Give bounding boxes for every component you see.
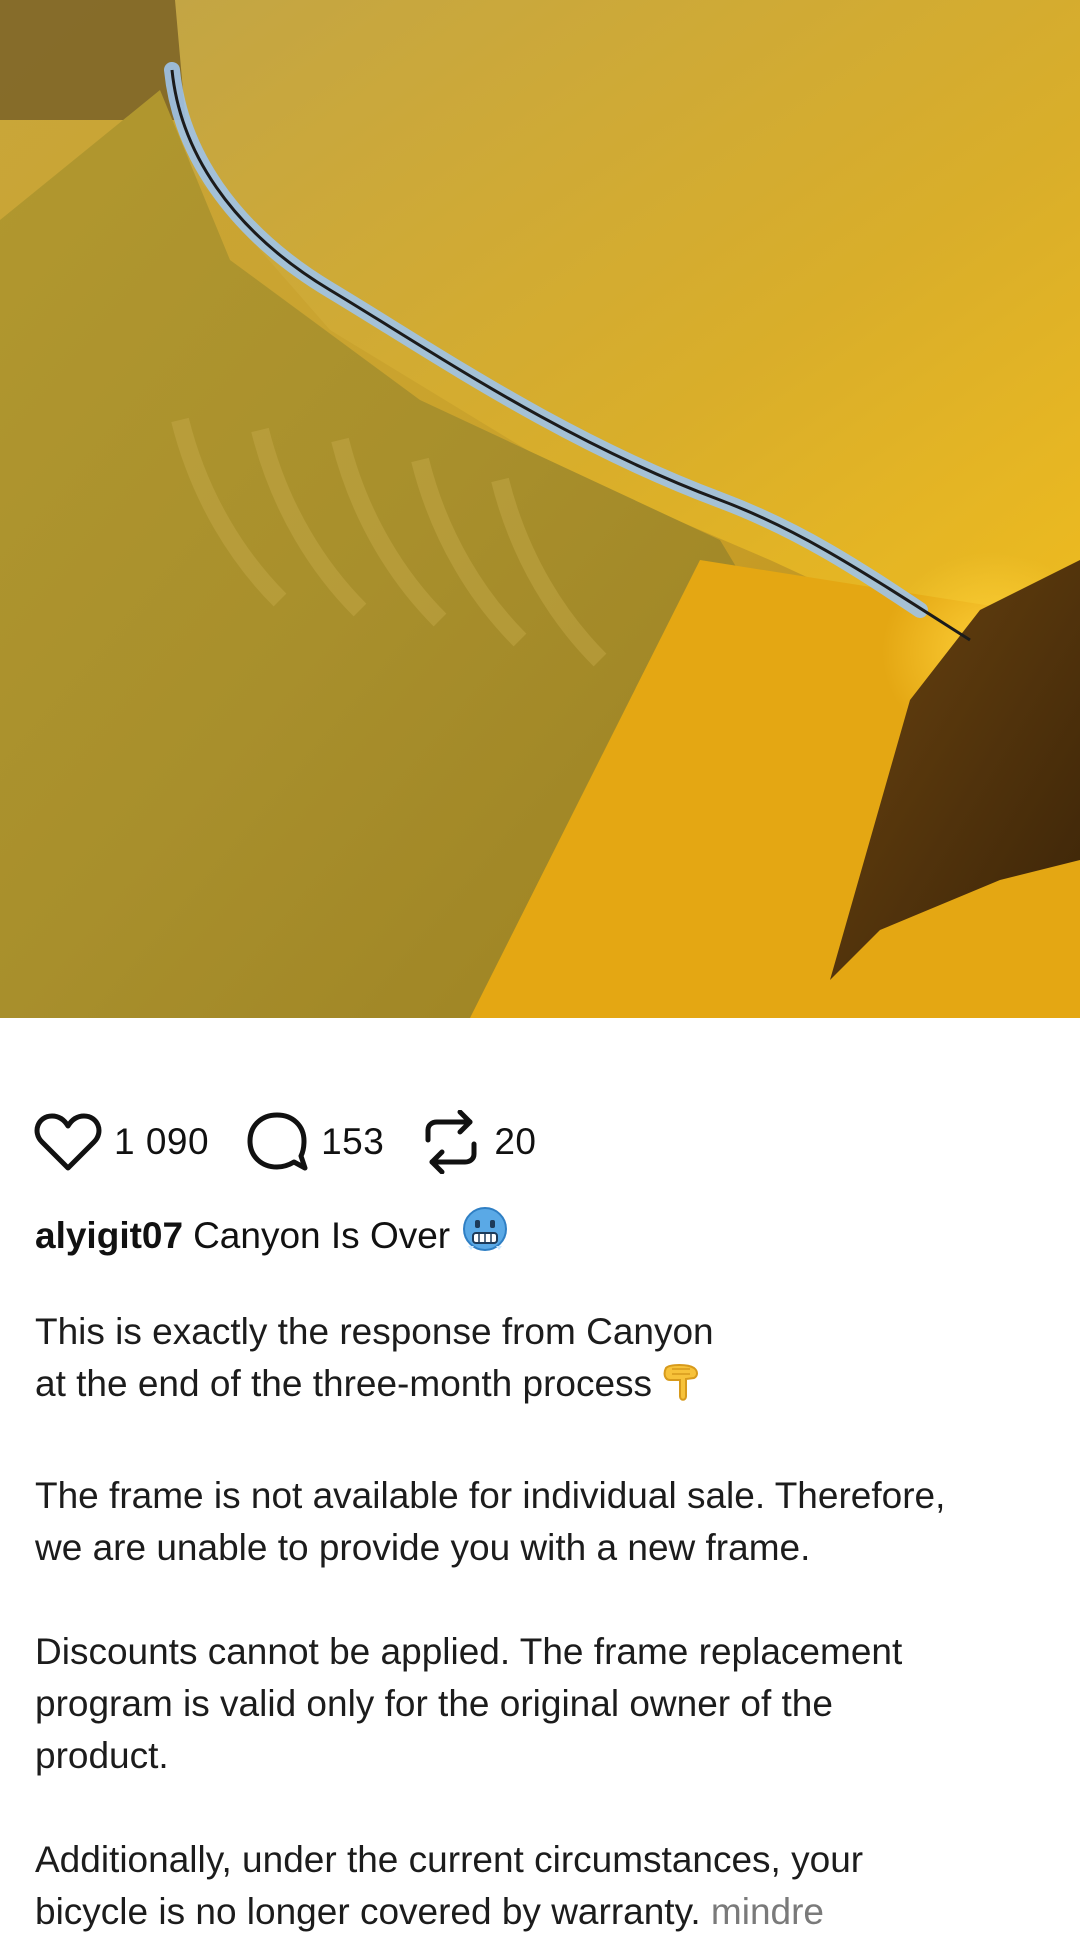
body-line: Additionally, under the current circumst… <box>35 1839 864 1880</box>
author-username[interactable]: alyigit07 <box>35 1210 183 1262</box>
heart-icon <box>34 1113 102 1171</box>
like-button[interactable]: 1 090 <box>34 1112 209 1172</box>
body-line: product. <box>35 1735 169 1776</box>
like-count: 1 090 <box>114 1121 210 1162</box>
post-title: Canyon Is Over <box>193 1215 451 1256</box>
pointing-down-emoji-icon <box>660 1360 704 1418</box>
repost-count: 20 <box>494 1121 537 1162</box>
body-line: bicycle is no longer covered by warranty… <box>35 1886 1045 1938</box>
cracked-frame-image <box>0 0 1080 1018</box>
paragraph-1: This is exactly the response from Canyon… <box>35 1306 1045 1418</box>
comment-count: 153 <box>321 1121 385 1162</box>
post-actions: 1 090 153 20 <box>34 1110 572 1174</box>
body-line-text: bicycle is no longer covered by warranty… <box>35 1891 701 1932</box>
body-line: we are unable to provide you with a new … <box>35 1527 811 1568</box>
comment-bubble-icon <box>247 1112 308 1171</box>
body-line: program is valid only for the original o… <box>35 1683 833 1724</box>
post-body: This is exactly the response from Canyon… <box>35 1306 1045 1951</box>
show-less-link[interactable]: mindre <box>711 1891 824 1932</box>
cold-face-emoji-icon <box>462 1206 508 1266</box>
paragraph-4: Additionally, under the current circumst… <box>35 1834 1045 1938</box>
body-line-text: at the end of the three-month process <box>35 1363 653 1404</box>
post-photo[interactable] <box>0 0 1080 1018</box>
repost-button[interactable]: 20 <box>420 1110 536 1174</box>
paragraph-3: Discounts cannot be applied. The frame r… <box>35 1626 1045 1782</box>
body-line: at the end of the three-month process <box>35 1358 1045 1418</box>
repost-icon <box>425 1110 477 1174</box>
post-caption: alyigit07 Canyon Is Over <box>35 1206 508 1266</box>
body-line: Discounts cannot be applied. The frame r… <box>35 1631 903 1672</box>
body-line: The frame is not available for individua… <box>35 1475 946 1516</box>
paragraph-2: The frame is not available for individua… <box>35 1470 1045 1574</box>
body-line: This is exactly the response from Canyon <box>35 1311 714 1352</box>
comment-button[interactable]: 153 <box>245 1110 384 1174</box>
